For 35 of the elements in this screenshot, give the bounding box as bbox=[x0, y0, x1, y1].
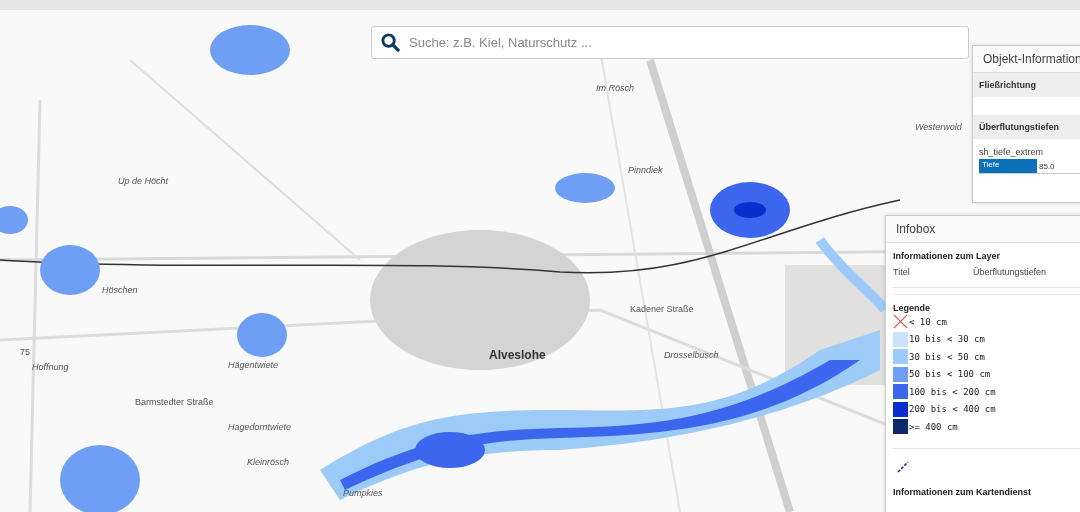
search-field[interactable]: Suche: z.B. Kiel, Naturschutz ... bbox=[371, 26, 969, 59]
section-heading: Überflutungstiefen bbox=[973, 115, 1080, 139]
legend-label: 50 bis < 100 cm bbox=[909, 369, 991, 380]
property-value: Überflutungstiefen bbox=[973, 267, 1047, 277]
map-label: Up de Höcht bbox=[118, 176, 169, 186]
map-label: Pumpkies bbox=[343, 488, 383, 498]
map-label: Hoffnung bbox=[32, 362, 69, 372]
section-heading: Informationen zum Kartendienst bbox=[893, 486, 1032, 497]
legend-label: 200 bis < 400 cm bbox=[909, 404, 996, 415]
map-label: Barmstedter Straße bbox=[135, 397, 214, 407]
legend-label: >= 400 cm bbox=[909, 421, 958, 432]
map-label: Drosselbusch bbox=[664, 350, 719, 360]
map-label: 75 bbox=[20, 347, 30, 357]
map-label: Kleinrösch bbox=[247, 457, 290, 467]
section-heading: Fließrichtung bbox=[973, 73, 1080, 97]
layer-name: sh_tiefe_extrem bbox=[978, 146, 1045, 159]
section-heading: Informationen zum Layer bbox=[893, 251, 1001, 261]
map-label: Hägentwiete bbox=[228, 360, 279, 370]
map-label: Hagedorntwiete bbox=[228, 422, 292, 432]
map-label: Kadener Straße bbox=[630, 304, 694, 314]
attribute-label: Tiefe bbox=[979, 159, 1037, 173]
map-label: Alveslohe bbox=[489, 348, 546, 362]
line-symbol-icon bbox=[897, 460, 909, 473]
map-label: Pinndiek bbox=[628, 165, 663, 175]
legend-label: 100 bis < 200 cm bbox=[909, 386, 996, 397]
section-heading: Legende bbox=[893, 303, 931, 313]
map-label: Höschen bbox=[102, 285, 138, 295]
map-label: Westerwold bbox=[915, 122, 962, 132]
map-label: Im Rösch bbox=[596, 83, 634, 93]
legend-label: < 10 cm bbox=[909, 316, 947, 327]
legend-label: 10 bis < 30 cm bbox=[909, 334, 985, 345]
panel-title: Infobox bbox=[886, 216, 1080, 243]
property-label: Titel bbox=[893, 267, 911, 277]
attribute-value: 85.0 bbox=[1038, 161, 1055, 171]
legend-label: 30 bis < 50 cm bbox=[909, 351, 985, 362]
